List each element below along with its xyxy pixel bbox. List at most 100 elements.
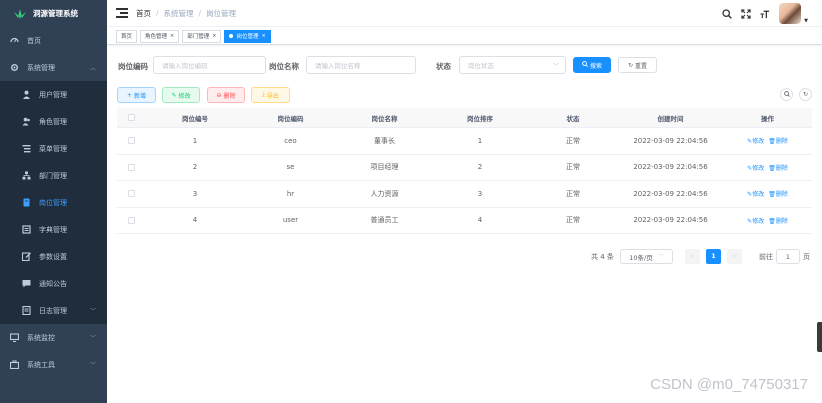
breadcrumb-item-home[interactable]: 首页 [136,8,151,19]
close-icon[interactable]: × [170,33,174,39]
breadcrumb-separator: / [198,8,202,18]
sidebar-item-notice[interactable]: 通知公告 [0,270,107,297]
sidebar-item-tool[interactable]: 系统工具 ﹀ [0,351,107,378]
tag-label: 岗位管理 [236,34,259,40]
post-name-input[interactable]: 请输入岗位名称 [306,56,416,74]
row-edit-button[interactable]: ✎修改 [747,216,764,225]
search-button[interactable]: 搜索 [573,57,611,73]
create-time-cell: 2022-03-09 22:04:56 [633,136,708,145]
row-checkbox[interactable] [128,137,135,145]
tag-dept[interactable]: 部门管理 × [182,29,222,43]
reset-button-label: 重置 [635,62,648,70]
table-header: 岗位编号 岗位编码 岗位名称 岗位排序 状态 创建时间 操作 [117,108,812,128]
logo[interactable]: 洞源管理系统 [0,0,107,27]
refresh-button[interactable]: ↻ [799,88,812,101]
select-all-cell[interactable] [117,114,146,121]
row-select-cell[interactable] [117,163,146,171]
column-header: 操作 [761,114,774,123]
table-row[interactable]: 4 user 普通员工 4 正常 2022-03-09 22:04:56 ✎修改… [117,208,812,234]
sidebar-item-monitor[interactable]: 系统监控 ﹀ [0,324,107,351]
prev-page-button[interactable]: ‹ [685,249,700,264]
sidebar-item-dept[interactable]: 部门管理 [0,162,107,189]
breadcrumb-item-post: 岗位管理 [206,8,237,18]
sidebar-item-label: 岗位管理 [39,198,67,207]
font-size-icon[interactable] [760,9,770,19]
post-table: 岗位编号 岗位编码 岗位名称 岗位排序 状态 创建时间 操作 1 ceo 董事长… [117,108,812,234]
next-page-button[interactable]: › [727,249,742,264]
post-code-input[interactable]: 请输入岗位编码 [153,56,266,74]
row-delete-button[interactable]: 🗑删除 [768,163,788,172]
navbar-right: ▼ [722,3,808,24]
sidebar-item-menu[interactable]: 菜单管理 [0,135,107,162]
fullscreen-icon[interactable] [741,8,751,19]
chevron-down-icon: ﹀ [89,335,96,342]
reset-button[interactable]: ↻ 重置 [618,57,657,73]
sidebar-item-label: 用户管理 [39,90,67,99]
sidebar-item-dict[interactable]: 字典管理 [0,216,107,243]
sidebar-item-home[interactable]: 首页 [0,27,107,54]
peoples-icon [22,117,31,126]
chevron-right-icon: › [733,253,736,260]
sidebar-item-user[interactable]: 用户管理 [0,81,107,108]
status-select[interactable]: 岗位状态 ﹀ [459,56,566,74]
edit-button[interactable]: ✎ 修改 [162,87,200,103]
column-header: 状态 [566,114,580,123]
tags-view: 首页 角色管理 × 部门管理 × 岗位管理 × [107,28,822,45]
row-delete-label: 删除 [775,138,788,146]
close-icon[interactable]: × [261,33,265,39]
row-delete-button[interactable]: 🗑删除 [768,216,788,225]
column-header: 岗位编码 [277,114,304,123]
tree-table-icon [22,144,31,153]
tag-home[interactable]: 首页 [116,29,138,43]
row-select-cell[interactable] [117,190,146,198]
close-icon[interactable]: × [212,33,216,39]
post-name-cell: 董事长 [374,136,395,145]
sidebar-item-config[interactable]: 参数设置 [0,243,107,270]
sidebar-item-post[interactable]: 岗位管理 [0,189,107,216]
row-checkbox[interactable] [128,190,135,198]
caret-down-icon[interactable]: ▼ [804,18,808,24]
add-button[interactable]: + 新增 [117,87,156,103]
row-select-cell[interactable] [117,216,146,224]
row-checkbox[interactable] [128,163,135,171]
tag-post[interactable]: 岗位管理 × [224,29,271,43]
row-checkbox[interactable] [128,216,135,224]
post-sort-cell: 2 [477,163,483,172]
table-row[interactable]: 2 se 项目经理 2 正常 2022-03-09 22:04:56 ✎修改 🗑删… [117,155,812,181]
chevron-down-icon: ﹀ [552,62,559,70]
row-delete-button[interactable]: 🗑删除 [768,189,788,198]
delete-button[interactable]: ⊖ 删除 [207,87,245,103]
post-id-cell: 1 [192,136,198,145]
sidebar-item-label: 参数设置 [39,252,67,261]
table-row[interactable]: 1 ceo 董事长 1 正常 2022-03-09 22:04:56 ✎修改 🗑删… [117,128,812,155]
row-edit-button[interactable]: ✎修改 [747,136,764,145]
sidebar-item-role[interactable]: 角色管理 [0,108,107,135]
page-number-button[interactable]: 1 [706,249,721,264]
row-edit-button[interactable]: ✎修改 [747,189,764,198]
select-all-checkbox[interactable] [128,114,135,121]
edit-label: 修改 [178,92,191,100]
page-unit-label: 页 [803,253,810,261]
settings-drawer-handle[interactable] [817,322,822,352]
hamburger-icon[interactable] [116,8,128,18]
tag-role[interactable]: 角色管理 × [140,29,180,43]
operation-cell: ✎修改 🗑删除 [723,189,812,198]
row-delete-label: 删除 [775,164,788,172]
create-time-cell: 2022-03-09 22:04:56 [633,163,708,172]
status-cell: 正常 [566,189,580,198]
sidebar-item-log[interactable]: 日志管理 ﹀ [0,297,107,324]
search-icon[interactable] [722,8,732,19]
row-delete-button[interactable]: 🗑删除 [768,136,788,145]
goto-page-input[interactable]: 1 [776,249,800,264]
table-row[interactable]: 3 hr 人力资源 3 正常 2022-03-09 22:04:56 ✎修改 🗑删… [117,181,812,208]
avatar[interactable] [779,3,802,24]
row-edit-label: 修改 [752,138,765,146]
export-button[interactable]: ⤓ 导出 [251,87,290,103]
row-edit-button[interactable]: ✎修改 [747,163,764,172]
sidebar-item-system[interactable]: 系统管理 ︿ [0,54,107,81]
post-name-label: 岗位名称 [269,62,299,71]
row-select-cell[interactable] [117,137,146,145]
toggle-search-button[interactable] [780,88,793,101]
sidebar-item-label: 通知公告 [39,279,67,288]
page-size-select[interactable]: 10条/页 ﹀ [620,249,673,264]
